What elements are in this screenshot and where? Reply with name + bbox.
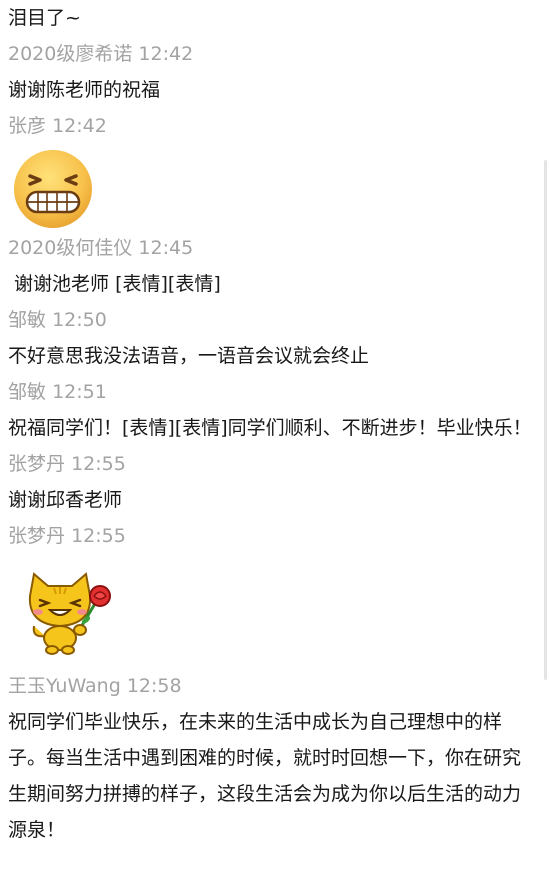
message-time: 12:42 xyxy=(138,43,194,65)
sender-name: 2020级廖希诺 xyxy=(8,43,133,65)
message-meta: 2020级廖希诺 12:42 xyxy=(8,36,535,72)
message-time: 12:50 xyxy=(52,309,107,331)
sender-name: 邹敏 xyxy=(8,309,47,331)
message-time: 12:55 xyxy=(71,525,126,547)
sender-name: 2020级何佳仪 xyxy=(8,237,133,259)
message-text: 祝同学们毕业快乐，在未来的生活中成长为自己理想中的样子。每当生活中遇到困难的时候… xyxy=(8,711,522,841)
chat-log: 泪目了~ 2020级廖希诺 12:42 谢谢陈老师的祝福 张彦 12:42 20… xyxy=(0,0,549,893)
message-text: 泪目了~ xyxy=(8,7,81,29)
message-sticker xyxy=(8,554,535,668)
sender-name: 张彦 xyxy=(8,115,47,137)
message-text: 谢谢池老师 [表情][表情] xyxy=(8,273,221,295)
message-time: 12:45 xyxy=(138,237,194,259)
sender-name: 邹敏 xyxy=(8,381,47,403)
sender-name: 张梦丹 xyxy=(8,525,66,547)
message-emoji xyxy=(8,144,535,230)
message-meta: 2020级何佳仪 12:45 xyxy=(8,230,535,266)
message-meta: 张梦丹 12:55 xyxy=(8,446,535,482)
message-meta: 邹敏 12:51 xyxy=(8,374,535,410)
message-time: 12:58 xyxy=(126,675,182,697)
scrollbar[interactable] xyxy=(544,160,547,680)
sender-name: 张梦丹 xyxy=(8,453,66,475)
message-meta: 邹敏 12:50 xyxy=(8,302,535,338)
message-time: 12:51 xyxy=(52,381,107,403)
message-meta: 张彦 12:42 xyxy=(8,108,535,144)
message-meta: 王玉YuWang 12:58 xyxy=(8,668,535,704)
message-text: 谢谢邱香老师 xyxy=(8,489,123,511)
cat-with-rose-sticker-icon xyxy=(28,572,111,655)
message-text: 谢谢陈老师的祝福 xyxy=(8,79,161,101)
message-time: 12:55 xyxy=(71,453,126,475)
message-text: 祝福同学们！[表情][表情]同学们顺利、不断进步！毕业快乐！ xyxy=(8,417,532,439)
message-text: 不好意思我没法语音，一语音会议就会终止 xyxy=(8,345,370,367)
sender-name: 王玉YuWang xyxy=(8,675,121,697)
message-meta: 张梦丹 12:55 xyxy=(8,518,535,554)
message-time: 12:42 xyxy=(52,115,107,137)
grinning-face-emoji-icon xyxy=(14,150,92,228)
